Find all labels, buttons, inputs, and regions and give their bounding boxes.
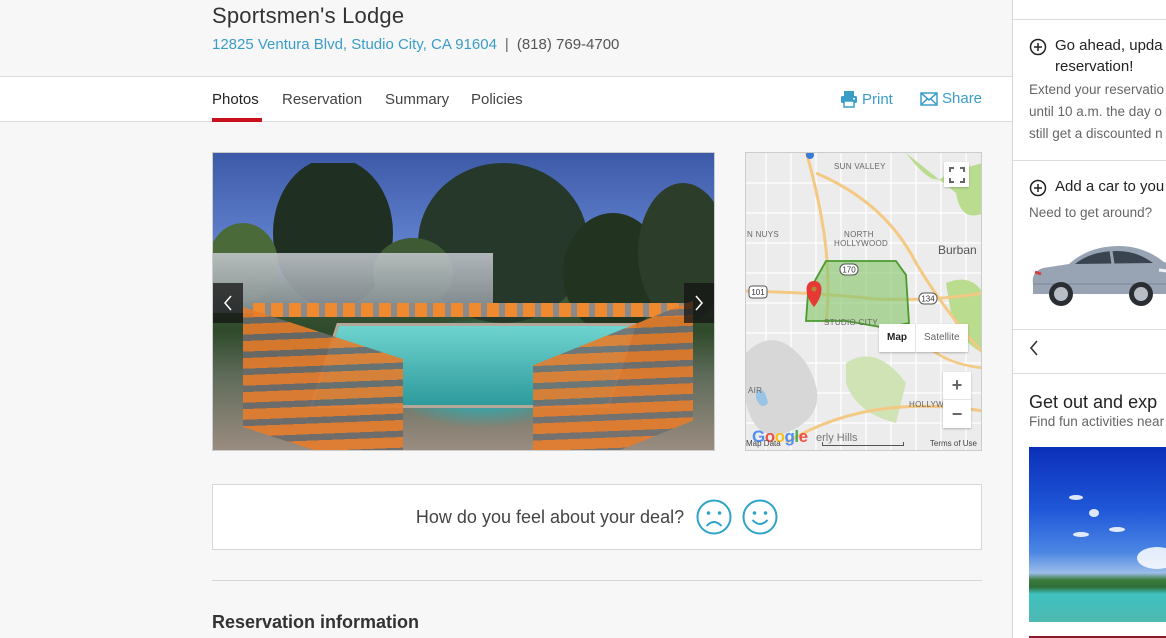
add-car-title: Add a car to you <box>1055 178 1165 195</box>
chevron-left-icon <box>1029 340 1038 356</box>
active-tab-indicator <box>212 118 262 122</box>
hotel-photo-gallery[interactable] <box>212 152 715 451</box>
sidebar-divider <box>1013 19 1166 20</box>
chevron-left-icon <box>224 295 232 311</box>
explore-heading: Get out and exp <box>1029 392 1158 412</box>
upgrade-title-line1: Go ahead, upda <box>1055 37 1163 54</box>
sidebar-divider <box>1013 329 1166 330</box>
map-scale-bar <box>822 442 904 446</box>
map-label: HOLLYWOOD <box>834 239 889 248</box>
gallery-prev-button[interactable] <box>213 283 243 323</box>
chevron-right-icon <box>695 295 703 311</box>
map-zoom-control: + − <box>943 372 971 428</box>
upgrade-description-line: until 10 a.m. the day o <box>1029 104 1162 119</box>
reservation-info-heading: Reservation information <box>212 612 420 632</box>
cloud <box>1137 547 1166 569</box>
tab-bar: Photos Reservation Summary Policies Prin… <box>0 76 1012 122</box>
fullscreen-icon <box>948 166 965 183</box>
upgrade-description: Extend your reservatio until 10 a.m. the… <box>1029 79 1164 145</box>
separator: | <box>504 36 509 53</box>
upsell-sidebar: Go ahead, upda reservation! Extend your … <box>1012 0 1166 638</box>
map-terms-link[interactable]: Terms of Use <box>930 439 977 448</box>
hotel-name: Sportsmen's Lodge <box>212 3 405 28</box>
cloud <box>1089 509 1099 517</box>
plus-circle-icon <box>1029 38 1047 56</box>
hotel-address-link[interactable]: 12825 Ventura Blvd, Studio City, CA 9160… <box>212 36 497 53</box>
map-label: SUN VALLEY <box>834 162 886 171</box>
upgrade-description-line: still get a discounted n <box>1029 126 1163 141</box>
share-label: Share <box>942 90 983 107</box>
map-zoom-out-button[interactable]: − <box>943 400 971 428</box>
car-image <box>1032 246 1166 306</box>
page: Sportsmen's Lodge 12825 Ventura Blvd, St… <box>0 0 1166 638</box>
add-car-heading[interactable]: Add a car to you <box>1029 178 1164 197</box>
upgrade-title-line2: reservation! <box>1055 58 1134 75</box>
cloud <box>1069 495 1083 500</box>
sad-face-icon[interactable] <box>696 499 732 535</box>
hotel-phone: (818) 769-4700 <box>516 36 620 53</box>
sidebar-divider <box>1013 373 1166 374</box>
map-shield-134: 134 <box>921 295 935 304</box>
print-label: Print <box>862 90 893 108</box>
map-footer: Map Data Terms of Use <box>746 436 981 450</box>
gallery-next-button[interactable] <box>684 283 714 323</box>
envelope-icon <box>920 91 938 106</box>
upgrade-description-line: Extend your reservatio <box>1029 82 1165 97</box>
map-type-map-button[interactable]: Map <box>879 324 916 352</box>
carousel-prev-button[interactable] <box>1029 340 1039 361</box>
map-label: AIR <box>748 386 763 395</box>
hotel-contact: 12825 Ventura Blvd, Studio City, CA 9160… <box>212 36 619 53</box>
sidebar-divider <box>1013 160 1166 161</box>
map-label: N NUYS <box>747 230 780 239</box>
map-type-satellite-button[interactable]: Satellite <box>916 324 968 352</box>
cloud <box>1109 527 1125 532</box>
deal-feedback-box: How do you feel about your deal? <box>212 484 982 550</box>
explore-activity-image[interactable] <box>1029 447 1166 622</box>
tab-policies[interactable]: Policies <box>471 91 523 108</box>
explore-description: Find fun activities near <box>1029 414 1165 429</box>
share-button[interactable]: Share <box>920 90 982 107</box>
map-type-control: Map Satellite <box>879 324 968 352</box>
add-car-description: Need to get around? <box>1029 205 1153 220</box>
happy-face-icon[interactable] <box>742 499 778 535</box>
section-divider <box>212 580 982 581</box>
cloud <box>1073 532 1089 537</box>
map-shield-170: 170 <box>842 266 856 275</box>
photo-loungers <box>253 303 693 317</box>
map-label: Burban <box>938 243 977 257</box>
tab-summary[interactable]: Summary <box>385 91 449 108</box>
tab-reservation[interactable]: Reservation <box>282 91 362 108</box>
map-fullscreen-button[interactable] <box>944 162 969 187</box>
tab-photos[interactable]: Photos <box>212 91 259 108</box>
map-shield-101: 101 <box>751 288 765 297</box>
map-label: HOLLYW <box>909 400 944 409</box>
map-label: NORTH <box>844 230 874 239</box>
printer-icon <box>840 90 858 108</box>
upgrade-reservation-heading[interactable]: Go ahead, upda reservation! <box>1029 37 1163 75</box>
map-label: STUDIO CITY <box>824 318 878 327</box>
map-data-link[interactable]: Map Data <box>746 439 781 448</box>
map-zoom-in-button[interactable]: + <box>943 372 971 400</box>
location-map[interactable]: 170 101 134 SUN VALLEY NORTH HOLLYWOOD N… <box>745 152 982 451</box>
print-button[interactable]: Print <box>840 90 893 108</box>
plus-circle-icon <box>1029 179 1047 197</box>
feedback-question: How do you feel about your deal? <box>415 506 685 527</box>
